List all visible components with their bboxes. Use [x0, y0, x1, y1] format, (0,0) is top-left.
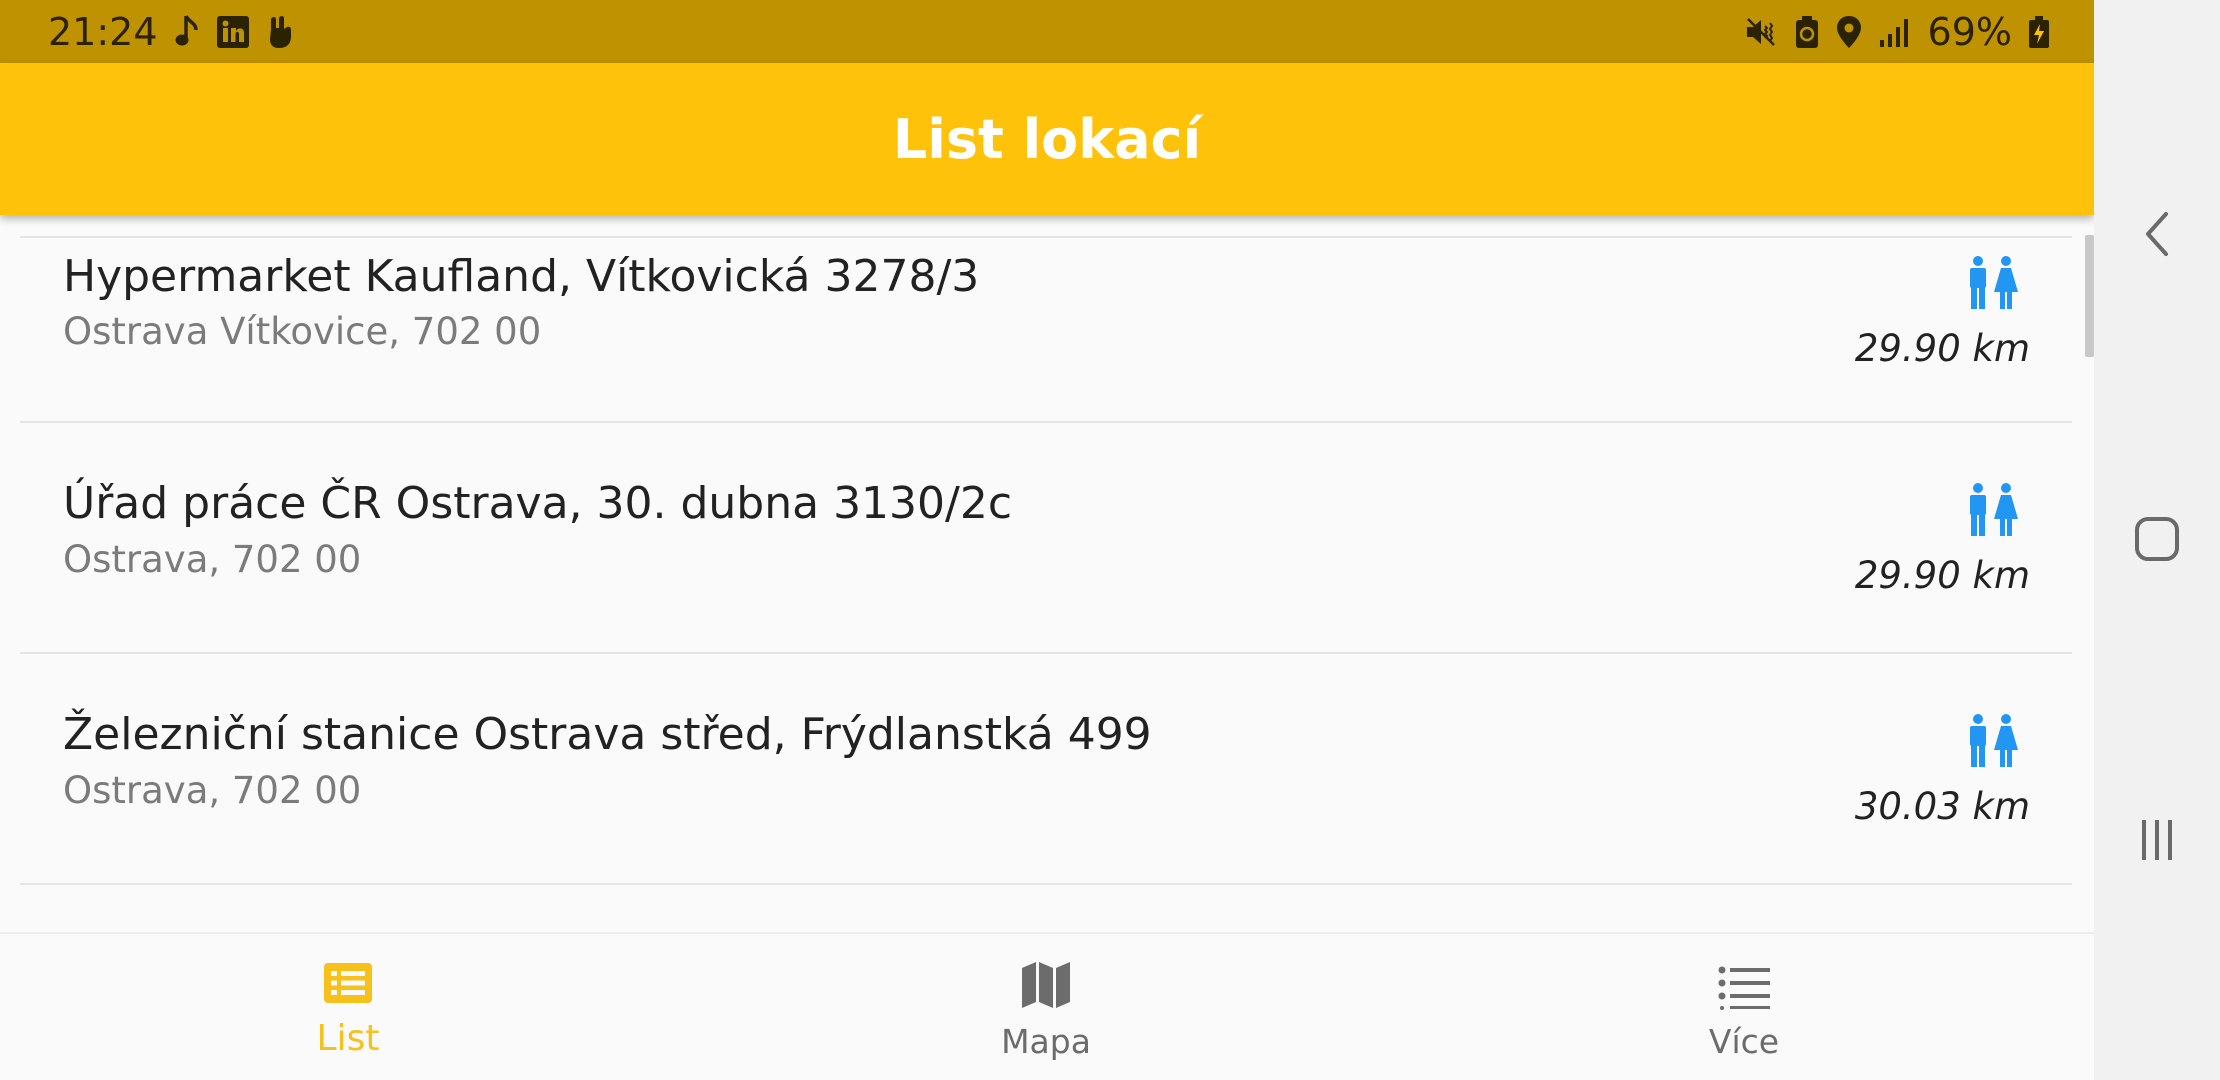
restroom-icon — [1964, 482, 2020, 542]
battery-percentage: 69% — [1927, 9, 2012, 54]
status-bar: 21:24 69% — [0, 0, 2094, 63]
restroom-icon — [1964, 713, 2020, 773]
scrollbar[interactable] — [2085, 235, 2094, 357]
status-bar-right: 69% — [1744, 10, 2050, 54]
location-subtitle: Ostrava Vítkovice, 702 00 — [63, 310, 542, 353]
list-item[interactable]: Úřad práce ČR Ostrava, 30. dubna 3130/2c… — [20, 422, 2072, 652]
linkedin-icon — [216, 15, 250, 49]
location-title: Železniční stanice Ostrava střed, Frýdla… — [63, 709, 1152, 760]
hand-gesture-icon — [266, 15, 294, 49]
list-item[interactable]: Hypermarket Kaufland, Vítkovická 3278/3 … — [20, 215, 2072, 445]
location-subtitle: Ostrava, 702 00 — [63, 538, 362, 581]
signal-icon — [1878, 16, 1912, 48]
app-screen: 21:24 69% List lokací Hypermarket Kaufla… — [0, 0, 2094, 1080]
back-button[interactable] — [2094, 210, 2220, 262]
home-icon — [2134, 516, 2180, 566]
page-title: List lokací — [892, 107, 1202, 171]
location-title: Hypermarket Kaufland, Vítkovická 3278/3 — [63, 251, 980, 302]
list-item[interactable]: Železniční stanice Ostrava střed, Frýdla… — [20, 653, 2072, 883]
vibrate-mute-icon — [1744, 15, 1778, 49]
location-title: Úřad práce ČR Ostrava, 30. dubna 3130/2c — [63, 478, 1013, 529]
status-time: 21:24 — [48, 9, 158, 54]
nav-label-more: Více — [1708, 1022, 1780, 1061]
map-icon — [1020, 960, 1072, 1014]
app-bar: List lokací — [0, 63, 2094, 215]
location-subtitle: Ostrava, 702 00 — [63, 769, 362, 812]
restroom-icon — [1964, 255, 2020, 315]
location-distance: 29.90 km — [1854, 554, 2030, 597]
nav-label-list: List — [316, 1018, 380, 1059]
nav-tab-map[interactable]: Mapa — [896, 934, 1196, 1080]
location-list[interactable]: Hypermarket Kaufland, Vítkovická 3278/3 … — [0, 215, 2094, 932]
home-button[interactable] — [2094, 516, 2220, 566]
location-distance: 29.90 km — [1854, 327, 2030, 370]
list-icon — [323, 962, 373, 1008]
recents-button[interactable] — [2094, 818, 2220, 866]
location-distance: 30.03 km — [1854, 785, 2030, 828]
status-bar-left: 21:24 — [48, 10, 294, 54]
nav-tab-list[interactable]: List — [198, 934, 498, 1080]
nav-label-map: Mapa — [1001, 1022, 1091, 1061]
bottom-navigation: List Mapa Více — [0, 932, 2094, 1080]
battery-saver-icon — [1794, 15, 1820, 49]
back-icon — [2142, 210, 2172, 262]
recents-icon — [2137, 818, 2177, 866]
more-list-icon — [1718, 966, 1770, 1014]
system-navigation-bar — [2094, 0, 2220, 1080]
battery-charging-icon — [2028, 15, 2050, 49]
list-divider — [20, 883, 2072, 885]
music-note-icon — [174, 14, 200, 50]
nav-tab-more[interactable]: Více — [1594, 934, 1894, 1080]
location-icon — [1836, 15, 1862, 49]
